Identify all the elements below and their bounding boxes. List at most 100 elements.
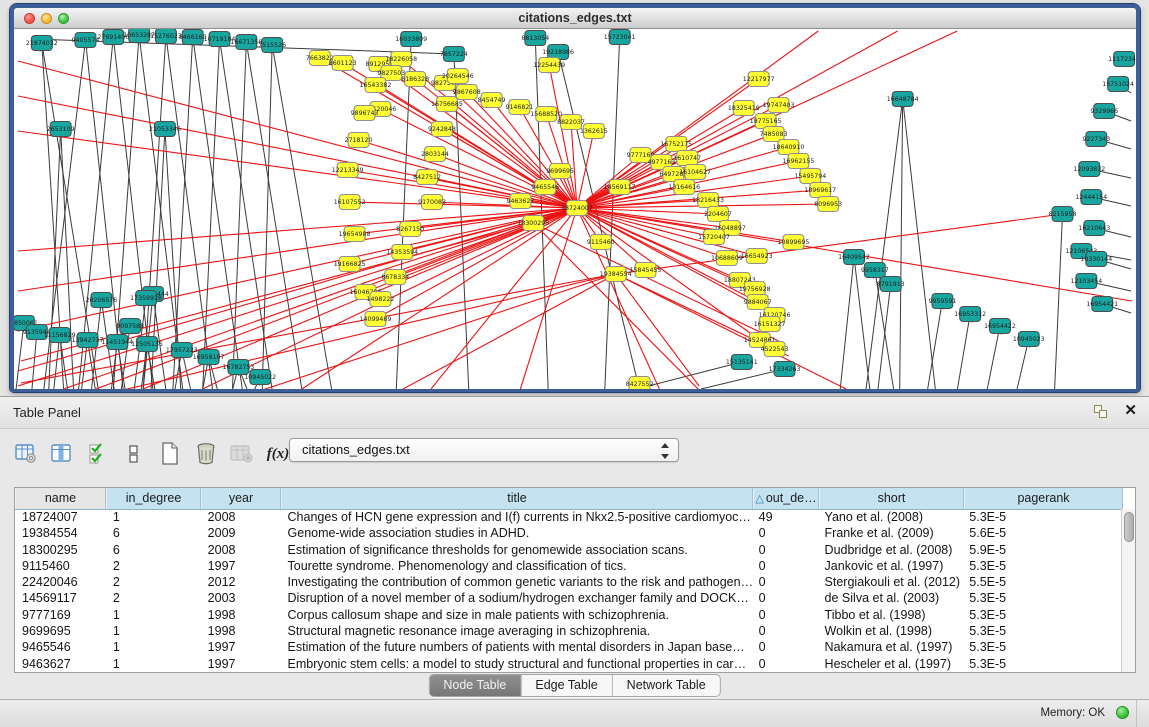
edge[interactable]: [900, 99, 903, 389]
graph-node[interactable]: 16107552: [334, 195, 366, 210]
graph-node[interactable]: 18969617: [804, 183, 836, 198]
graph-node[interactable]: 16962155: [783, 154, 815, 169]
edge[interactable]: [903, 99, 936, 389]
graph-node[interactable]: 15276023: [150, 29, 182, 44]
tab-node-table[interactable]: Node Table: [429, 675, 521, 696]
graph-node[interactable]: 14099489: [360, 312, 392, 327]
edge[interactable]: [866, 99, 903, 389]
graph-node[interactable]: 12505135: [131, 337, 163, 352]
graph-node[interactable]: 12093832: [1073, 162, 1105, 177]
graph-node[interactable]: 16954421: [1086, 297, 1118, 312]
delete-trash-icon[interactable]: [194, 442, 218, 466]
graph-node[interactable]: 8454749: [478, 93, 506, 108]
citation-graph[interactable]: 2187403294055742769140610653287152760238…: [14, 29, 1136, 389]
scrollbar-thumb[interactable]: [1124, 512, 1134, 542]
edge[interactable]: [957, 314, 970, 389]
graph-node[interactable]: 15135141: [726, 355, 758, 370]
graph-node[interactable]: 12217977: [743, 72, 775, 87]
graph-node[interactable]: 13942737: [72, 333, 104, 348]
edge[interactable]: [558, 52, 639, 389]
graph-node[interactable]: 16648784: [887, 92, 919, 107]
graph-node[interactable]: 8678334: [381, 270, 409, 285]
table-row[interactable]: 946554611997Estimation of the future num…: [15, 639, 1121, 655]
table-settings-icon[interactable]: [14, 442, 38, 466]
graph-node[interactable]: 10899695: [778, 235, 810, 250]
graph-node[interactable]: 8427512: [413, 170, 441, 185]
table-row[interactable]: 1830029562008Estimation of significance …: [15, 542, 1121, 558]
column-header-in_degree[interactable]: in_degree: [106, 488, 201, 509]
zoom-window-icon[interactable]: [58, 13, 69, 24]
table-row[interactable]: 946362711997Embryonic stem cells: a mode…: [15, 656, 1121, 672]
edge[interactable]: [840, 257, 854, 389]
table-row[interactable]: 977716911998Corpus callosum shape and si…: [15, 607, 1121, 623]
graph-node[interactable]: 16954422: [984, 319, 1016, 334]
graph-node[interactable]: 9465546: [531, 180, 559, 195]
edge-selected[interactable]: [18, 131, 577, 208]
graph-node[interactable]: 9329966: [1090, 104, 1118, 119]
edge-selected[interactable]: [616, 274, 699, 386]
graph-node[interactable]: 7857224: [440, 47, 468, 62]
graph-node[interactable]: 9146821: [505, 100, 533, 115]
graph-node[interactable]: 9227343: [1082, 132, 1110, 147]
select-column-icon[interactable]: [50, 442, 74, 466]
graph-node[interactable]: 10688609: [711, 251, 743, 266]
column-header-out_de[interactable]: △out_de…: [753, 488, 819, 509]
edge[interactable]: [927, 301, 942, 389]
column-header-name[interactable]: name: [15, 488, 106, 509]
graph-node[interactable]: 11172345: [1108, 52, 1136, 67]
graph-node[interactable]: 9463627: [506, 194, 534, 209]
column-header-pagerank[interactable]: pagerank: [964, 488, 1123, 509]
memory-ok-indicator[interactable]: [1116, 706, 1129, 719]
edge-selected[interactable]: [533, 223, 699, 389]
edge-selected[interactable]: [616, 214, 1063, 274]
edge[interactable]: [49, 129, 61, 389]
edge-selected[interactable]: [520, 208, 577, 389]
network-canvas[interactable]: 2187403294055742769140610653287152760238…: [14, 29, 1136, 389]
table-chooser-dropdown[interactable]: citations_edges.txt: [289, 438, 679, 462]
column-header-short[interactable]: short: [819, 488, 964, 509]
column-header-title[interactable]: title: [281, 488, 753, 509]
graph-node[interactable]: 9242848: [428, 122, 456, 137]
graph-node[interactable]: 7515526: [258, 38, 286, 53]
graph-node[interactable]: 16953312: [954, 307, 986, 322]
function-builder-icon[interactable]: f(x): [266, 442, 290, 466]
table-row[interactable]: 969969511998Structural magnetic resonanc…: [15, 623, 1121, 639]
graph-node[interactable]: 9115460: [587, 235, 615, 250]
vertical-scrollbar[interactable]: [1121, 509, 1135, 672]
graph-node[interactable]: 8791913: [877, 277, 905, 292]
edge[interactable]: [54, 335, 60, 389]
graph-node[interactable]: 18325419: [728, 101, 760, 116]
graph-node[interactable]: 8813054: [521, 31, 549, 46]
graph-node[interactable]: 8215958: [1049, 207, 1077, 222]
edge-selected[interactable]: [577, 208, 659, 389]
graph-node[interactable]: 8601123: [329, 56, 357, 71]
close-window-icon[interactable]: [24, 13, 35, 24]
graph-node[interactable]: 1610747: [673, 151, 701, 166]
graph-node[interactable]: 4522543: [761, 342, 789, 357]
graph-node[interactable]: 9959591: [928, 294, 956, 309]
edge-selected[interactable]: [18, 61, 577, 208]
graph-node[interactable]: 10945023: [1013, 332, 1045, 347]
edge[interactable]: [1055, 214, 1063, 389]
graph-node[interactable]: 8186328: [401, 72, 429, 87]
graph-node[interactable]: 9699695: [546, 164, 574, 179]
table-row[interactable]: 1872400712008Changes of HCN gene express…: [15, 509, 1121, 525]
tab-edge-table[interactable]: Edge Table: [521, 675, 612, 696]
graph-node[interactable]: 15751024: [1102, 77, 1134, 92]
select-rows-check-icon[interactable]: [86, 442, 110, 466]
graph-node[interactable]: 12103454: [1070, 274, 1102, 289]
table-row[interactable]: 1456911722003Disruption of a novel membe…: [15, 590, 1121, 606]
new-document-icon[interactable]: [158, 442, 182, 466]
float-panel-icon[interactable]: [1094, 405, 1109, 419]
graph-node[interactable]: 16210643: [1078, 221, 1110, 236]
graph-node[interactable]: 2653109: [47, 122, 75, 137]
graph-node[interactable]: 9896743: [351, 106, 379, 121]
graph-node[interactable]: 16654923: [741, 249, 773, 264]
graph-node[interactable]: 1362615: [580, 124, 608, 139]
row-height-icon[interactable]: [122, 442, 146, 466]
graph-node[interactable]: 15845455: [630, 263, 662, 278]
graph-node[interactable]: 8427552: [626, 377, 654, 390]
graph-node[interactable]: 1498222: [366, 292, 394, 307]
graph-node[interactable]: 15723041: [604, 30, 636, 45]
graph-node[interactable]: 8267150: [396, 222, 424, 237]
